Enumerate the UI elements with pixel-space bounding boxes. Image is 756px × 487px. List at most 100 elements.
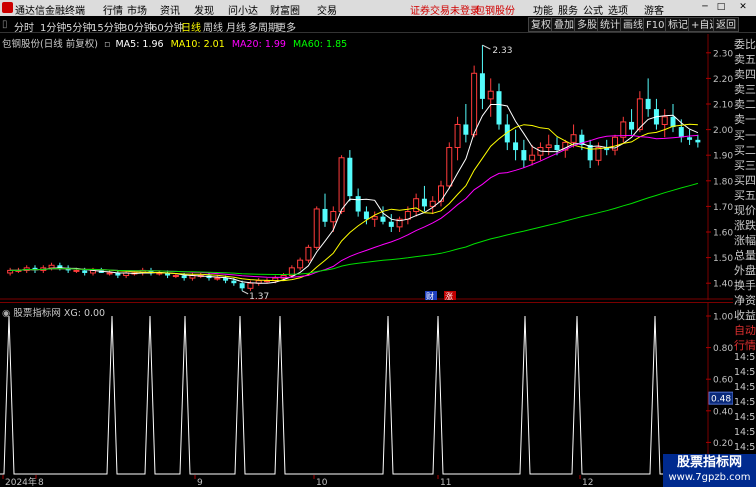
watermark-title: 股票指标网 xyxy=(676,455,742,470)
candle-body xyxy=(629,121,635,130)
close-icon[interactable]: ✕ xyxy=(736,1,750,14)
indicator-settings-icon[interactable]: ◉ xyxy=(2,308,10,319)
candle-body xyxy=(446,147,453,187)
candle-body xyxy=(363,211,369,220)
period-60min[interactable]: 60分钟 xyxy=(151,19,184,34)
candle-body xyxy=(487,90,494,100)
menu-service[interactable]: 服务 xyxy=(558,2,578,17)
f10-button[interactable]: F10 xyxy=(643,17,668,32)
quote-label-10: 买五 xyxy=(734,189,756,202)
period-multi[interactable]: 多周期 xyxy=(248,19,278,34)
maximize-icon[interactable]: □ xyxy=(714,1,728,14)
quote-label-2: 卖四 xyxy=(734,68,756,81)
candle-body xyxy=(496,91,502,125)
chart-toggle-icon[interactable]: ▫ xyxy=(104,39,110,50)
candle-body xyxy=(661,116,668,125)
period-weekly[interactable]: 周线 xyxy=(203,19,223,34)
candle-body xyxy=(355,196,361,212)
quote-label-9: 买四 xyxy=(734,174,756,187)
zhang-badge-label: 涨 xyxy=(445,291,453,300)
candle-body xyxy=(231,280,237,284)
period-more[interactable]: 更多 xyxy=(276,19,296,34)
period-daily[interactable]: 日线 xyxy=(181,19,201,34)
minimize-icon[interactable]: ─ xyxy=(698,1,712,14)
quote-label-15: 外盘 xyxy=(734,264,756,277)
quote-label-12: 涨跌 xyxy=(734,219,756,232)
quote-label-21: 14:56 xyxy=(734,352,756,363)
quote-label-17: 净资 xyxy=(734,294,756,307)
ma60-label: MA60: 1.85 xyxy=(293,39,348,50)
y-tick-label: 1.60 xyxy=(713,229,733,239)
candle-body xyxy=(239,283,245,289)
menu-market[interactable]: 行情 xyxy=(103,2,123,17)
period-5min[interactable]: 5分钟 xyxy=(66,19,92,34)
quote-label-16: 换手 xyxy=(734,279,756,292)
date-axis: 2024年 8 9 10 11 12 xyxy=(2,475,593,487)
candle-body xyxy=(454,123,461,149)
period-30min[interactable]: 30分钟 xyxy=(121,19,154,34)
candle-body xyxy=(322,208,328,222)
kline-chart[interactable]: 2.30 2.20 2.10 2.00 1.90 1.80 1.70 1.60 1.50 1.40… xyxy=(0,34,733,300)
menu-exchange[interactable]: 市场 xyxy=(127,2,147,17)
candle-body xyxy=(73,269,80,272)
quote-label-19: 自动 xyxy=(734,324,756,337)
indicator-title: 股票指标网 XG: 0.00 xyxy=(13,308,106,319)
menu-discover[interactable]: 发现 xyxy=(194,2,214,17)
candle-body xyxy=(636,98,643,131)
candle-body xyxy=(297,259,304,269)
quote-label-23: 14:56 xyxy=(734,382,756,393)
indicator-value-label: 0.48 xyxy=(711,395,731,405)
xg-indicator-line xyxy=(0,315,706,475)
date-tick-label: 2024年 xyxy=(5,476,37,487)
ma10-label: MA10: 2.01 xyxy=(170,39,225,50)
date-tick-label: 8 xyxy=(38,478,44,487)
candle-body xyxy=(471,72,478,136)
chart-title: 包钢股份(日线 前复权) xyxy=(2,39,98,50)
candle-body xyxy=(330,211,337,223)
candle-body xyxy=(670,116,676,128)
period-monthly[interactable]: 月线 xyxy=(226,19,246,34)
menu-options[interactable]: 选项 xyxy=(608,2,628,17)
menu-trade[interactable]: 交易 xyxy=(317,2,337,17)
date-tick-label: 12 xyxy=(582,478,593,487)
back-button[interactable]: 返回 xyxy=(713,17,739,32)
ma20-label: MA20: 1.99 xyxy=(231,39,286,50)
menu-fortune[interactable]: 财富圈 xyxy=(270,2,300,17)
period-15min[interactable]: 15分钟 xyxy=(91,19,124,34)
user-label[interactable]: 游客 xyxy=(644,2,664,17)
ma5-label: MA5: 1.96 xyxy=(115,39,164,50)
candle-body xyxy=(595,147,602,161)
quote-label-11: 现价 xyxy=(734,204,756,217)
date-tick-label: 11 xyxy=(440,478,451,487)
quote-label-0: 委比 xyxy=(734,38,756,51)
panel-toggle-icon[interactable]: ▯ xyxy=(2,19,8,30)
menu-news[interactable]: 资讯 xyxy=(160,2,180,17)
ma10-line xyxy=(10,123,698,282)
quote-label-24: 14:56 xyxy=(734,397,756,408)
main-chart-header: 包钢股份(日线 前复权) ▫ MA5: 1.96 MA10: 2.01 MA20… xyxy=(2,36,347,50)
login-notice[interactable]: 证券交易未登录 xyxy=(410,2,480,17)
period-fenshi[interactable]: 分时 xyxy=(14,19,34,34)
menu-wenxiaoda[interactable]: 问小达 xyxy=(228,2,258,17)
candle-body xyxy=(181,275,187,279)
candle-body xyxy=(380,216,386,222)
ma20-line xyxy=(10,134,698,278)
quote-label-8: 买三 xyxy=(734,159,756,172)
menu-function[interactable]: 功能 xyxy=(533,2,553,17)
indicator-chart[interactable]: 1.000.800.600.400.200.000.48 xyxy=(0,302,733,475)
y-tick-label: 1.70 xyxy=(713,203,733,213)
candle-body xyxy=(645,98,651,110)
quote-label-6: 买一 xyxy=(734,129,756,142)
menu-formula[interactable]: 公式 xyxy=(583,2,603,17)
candle-body xyxy=(479,73,485,99)
period-1min[interactable]: 1分钟 xyxy=(40,19,66,34)
y-tick-label: 1.80 xyxy=(713,177,733,187)
date-tick-label: 9 xyxy=(197,478,203,487)
candle-body xyxy=(620,121,627,138)
watermark-url: www.7gpzb.com xyxy=(668,472,751,483)
quote-panel: 委比 卖五 卖四 卖三 卖二 卖一 买一 买二 买三 买四 买五 现价 涨跌 涨幅 总量 外盘 换手 净资 收益 自动… xyxy=(733,34,756,475)
quote-label-22: 14:56 xyxy=(734,367,756,378)
candle-body xyxy=(48,264,55,269)
candle-body xyxy=(82,270,88,273)
candle-body xyxy=(695,139,701,143)
